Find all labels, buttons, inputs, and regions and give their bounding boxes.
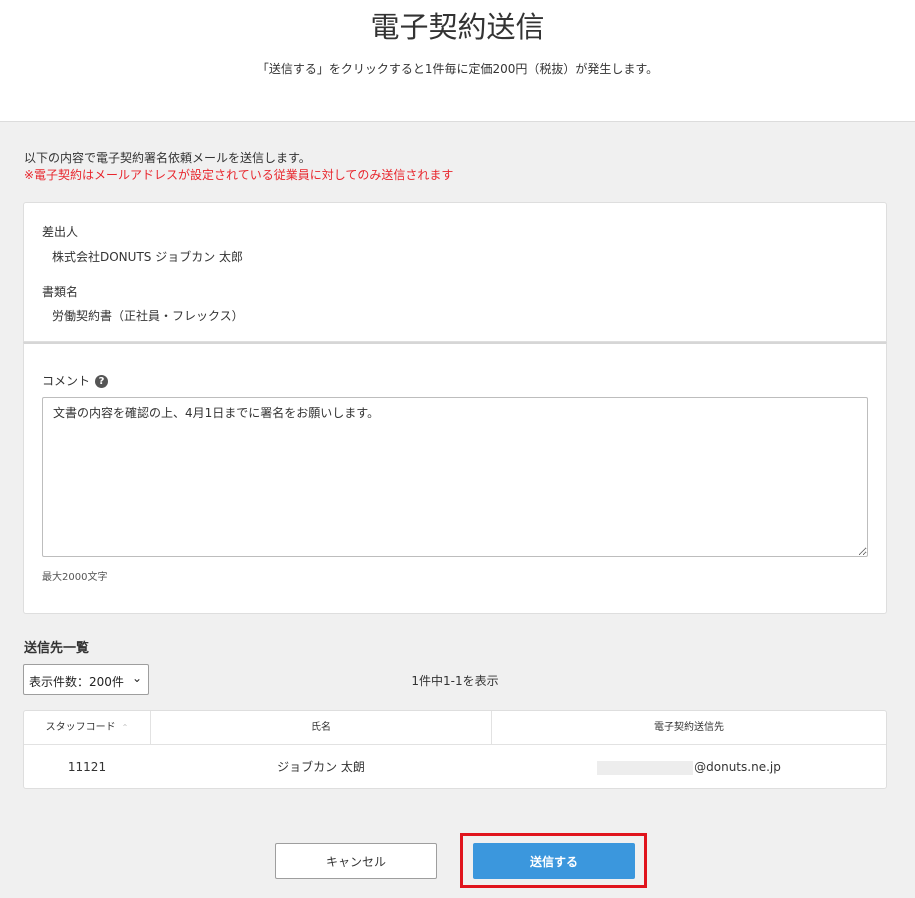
staff-name-cell: ジョブカン 太朗: [277, 760, 365, 774]
recipient-table: スタッフコード ⌃ 氏名 電子契約送信先 11121 ジョブカン 太朗 @donu…: [23, 710, 887, 789]
page-header: 電子契約送信 「送信する」をクリックすると1件毎に定価200円（税抜）が発生しま…: [0, 0, 915, 122]
document-info-card: 差出人 株式会社DONUTS ジョブカン 太郎 書類名 労働契約書（正社員・フレ…: [23, 202, 887, 342]
comment-limit: 最大2000文字: [42, 572, 108, 583]
column-header-email: 電子契約送信先: [654, 722, 724, 733]
send-button[interactable]: 送信する: [473, 843, 635, 879]
intro-text: 以下の内容で電子契約署名依頼メールを送信します。 ※電子契約はメールアドレスが設…: [24, 150, 453, 184]
sender-value: 株式会社DONUTS ジョブカン 太郎: [52, 250, 244, 264]
sender-label: 差出人: [42, 225, 79, 239]
comment-label-row: コメント?: [42, 372, 109, 389]
comment-label: コメント: [42, 374, 91, 388]
column-header-staff-code[interactable]: スタッフコード ⌃: [24, 711, 150, 745]
column-label: スタッフコード: [45, 722, 116, 733]
document-name-label: 書類名: [42, 285, 79, 299]
intro-line: 以下の内容で電子契約署名依頼メールを送信します。: [24, 151, 311, 165]
comment-input[interactable]: 文書の内容を確認の上、4月1日までに署名をお願いします。: [42, 397, 868, 557]
staff-code-cell: 11121: [67, 760, 107, 774]
cancel-button[interactable]: キャンセル: [275, 843, 437, 879]
document-name-value: 労働契約書（正社員・フレックス）: [52, 309, 244, 323]
page-title: 電子契約送信: [370, 10, 545, 44]
warning-text: ※電子契約はメールアドレスが設定されている従業員に対してのみ送信されます: [24, 168, 454, 182]
recipient-list-title: 送信先一覧: [24, 641, 90, 656]
sort-icon[interactable]: ⌃: [122, 723, 129, 732]
price-notice: 「送信する」をクリックすると1件毎に定価200円（税抜）が発生します。: [256, 62, 659, 76]
table-header: スタッフコード ⌃ 氏名 電子契約送信先: [24, 711, 886, 745]
comment-card: コメント? 文書の内容を確認の上、4月1日までに署名をお願いします。 最大200…: [23, 342, 887, 614]
help-icon[interactable]: ?: [95, 375, 109, 388]
column-header-name: 氏名: [311, 722, 331, 733]
email-domain: @donuts.ne.jp: [694, 760, 781, 774]
redacted-email-mask: [597, 760, 694, 775]
result-count: 1件中1-1を表示: [411, 674, 499, 688]
email-cell: @donuts.ne.jp: [492, 745, 886, 789]
